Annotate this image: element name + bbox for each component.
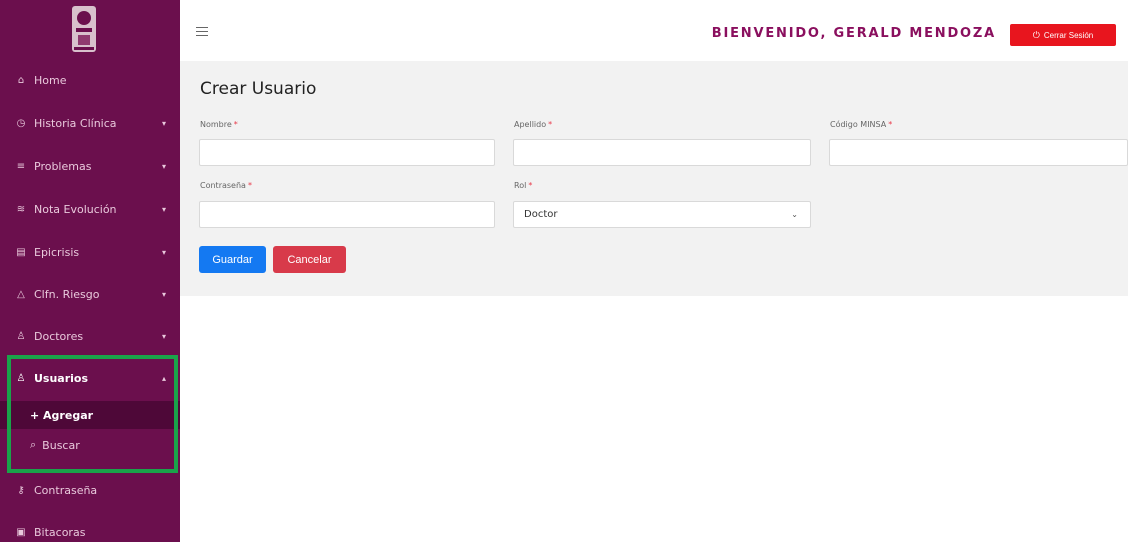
apellido-label: Apellido * — [514, 120, 553, 129]
sidebar-item-label: Problemas — [34, 159, 92, 173]
sidebar-item-historia-clinica[interactable]: ◷ Historia Clínica ▾ — [0, 103, 180, 143]
rol-label: Rol * — [514, 181, 533, 190]
warning-icon: △ — [17, 288, 25, 300]
chevron-down-icon: ▾ — [161, 161, 166, 171]
home-icon: ⌂ — [17, 74, 25, 86]
sidebar-item-label: Clfn. Riesgo — [34, 287, 100, 301]
list-icon: ≡ — [16, 160, 26, 172]
menu-toggle-icon[interactable] — [196, 27, 208, 37]
save-button[interactable]: Guardar — [199, 246, 266, 273]
sidebar-item-bitacoras[interactable]: ▣ Bitacoras — [0, 512, 180, 542]
key-icon: ⚷ — [17, 484, 25, 496]
sidebar: ⌂ Home ◷ Historia Clínica ▾ ≡ Problemas … — [0, 0, 180, 542]
sidebar-item-usuarios[interactable]: ♙ Usuarios ▴ — [0, 358, 180, 398]
rol-select-value: Doctor — [524, 209, 558, 220]
sidebar-item-label: Home — [34, 73, 67, 87]
sidebar-item-home[interactable]: ⌂ Home — [0, 60, 180, 100]
sidebar-subitem-label: Buscar — [42, 438, 80, 452]
apellido-input[interactable] — [513, 139, 811, 166]
sidebar-item-label: Bitacoras — [34, 525, 86, 539]
rol-select[interactable]: Doctor ⌄ — [513, 201, 811, 228]
chevron-up-icon: ▴ — [161, 373, 166, 383]
sidebar-subitem-buscar[interactable]: ⌕ Buscar — [0, 431, 180, 459]
logout-icon: ⏻ — [1032, 29, 1040, 40]
clipboard-icon: ◷ — [16, 117, 26, 129]
document-icon: ▤ — [16, 246, 26, 258]
sidebar-item-label: Nota Evolución — [34, 202, 117, 216]
users-icon: ♙ — [16, 372, 26, 384]
logout-button[interactable]: ⏻ Cerrar Sesión — [1010, 24, 1116, 46]
log-icon: ▣ — [16, 526, 26, 538]
sidebar-subitem-agregar[interactable]: + Agregar — [0, 401, 180, 429]
nombre-input[interactable] — [199, 139, 495, 166]
sidebar-item-label: Doctores — [34, 329, 84, 343]
nombre-label: Nombre * — [200, 120, 238, 129]
logo-icon — [72, 6, 96, 52]
chevron-down-icon: ▾ — [161, 204, 166, 214]
sidebar-item-epicrisis[interactable]: ▤ Epicrisis ▾ — [0, 232, 180, 272]
chevron-down-icon: ▾ — [161, 289, 166, 299]
chevron-down-icon: ▾ — [161, 247, 166, 257]
sidebar-item-clfn-riesgo[interactable]: △ Clfn. Riesgo ▾ — [0, 274, 180, 314]
cancel-button[interactable]: Cancelar — [273, 246, 346, 273]
sidebar-item-label: Usuarios — [34, 371, 89, 385]
sidebar-item-label: Epicrisis — [34, 245, 80, 259]
logout-label: Cerrar Sesión — [1043, 30, 1094, 40]
chevron-down-icon: ▾ — [161, 331, 166, 341]
sidebar-item-nota-evolucion[interactable]: ≋ Nota Evolución ▾ — [0, 189, 180, 229]
sidebar-subitem-label: + Agregar — [30, 408, 94, 422]
codigo-minsa-label: Código MINSA * — [830, 120, 893, 129]
chevron-down-icon: ▾ — [161, 118, 166, 128]
sidebar-item-doctores[interactable]: ♙ Doctores ▾ — [0, 316, 180, 356]
contrasena-input[interactable] — [199, 201, 495, 228]
sidebar-item-label: Historia Clínica — [34, 116, 117, 130]
sidebar-item-contrasena[interactable]: ⚷ Contraseña — [0, 470, 180, 510]
search-icon: ⌕ — [30, 438, 37, 451]
notes-icon: ≋ — [16, 203, 26, 215]
contrasena-label: Contraseña * — [200, 181, 252, 190]
sidebar-item-problemas[interactable]: ≡ Problemas ▾ — [0, 146, 180, 186]
welcome-text: BIENVENIDO, GERALD MENDOZA — [711, 26, 996, 41]
page-title: Crear Usuario — [200, 79, 317, 99]
sidebar-item-label: Contraseña — [34, 483, 98, 497]
codigo-minsa-input[interactable] — [829, 139, 1128, 166]
user-icon: ♙ — [16, 330, 26, 342]
chevron-down-icon: ⌄ — [791, 210, 798, 219]
